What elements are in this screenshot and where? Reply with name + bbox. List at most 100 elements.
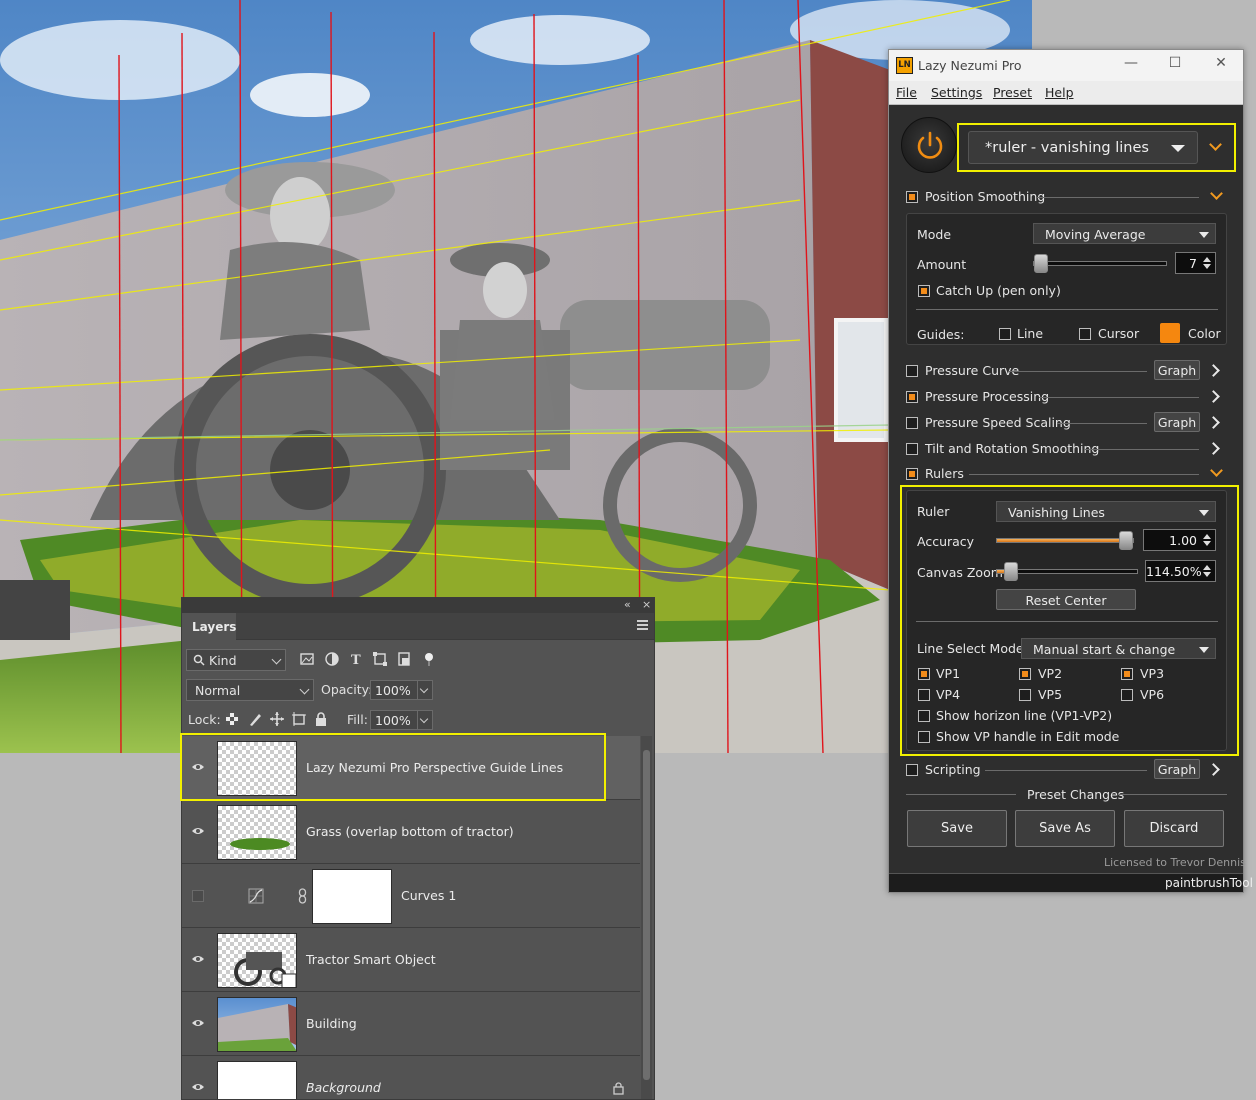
amount-slider-knob[interactable]	[1034, 254, 1048, 273]
close-panel-icon[interactable]: ×	[642, 598, 651, 611]
scripting-checkbox[interactable]	[906, 764, 918, 776]
tab-layers[interactable]: Layers	[182, 613, 236, 641]
layers-scrollbar[interactable]	[641, 736, 652, 1099]
filter-kind-select[interactable]: Kind	[186, 649, 286, 671]
expand-chevron-icon[interactable]	[1207, 364, 1220, 377]
lock-pixels-icon[interactable]	[247, 711, 263, 727]
spin-down-icon[interactable]	[1203, 541, 1211, 546]
accuracy-slider-knob[interactable]	[1119, 531, 1133, 550]
visibility-toggle[interactable]	[192, 890, 204, 902]
blend-mode-select[interactable]: Normal	[186, 679, 314, 701]
menu-preset[interactable]: Preset	[993, 85, 1032, 100]
expand-chevron-icon[interactable]	[1207, 390, 1220, 403]
shape-layer-filter-icon[interactable]	[372, 651, 388, 667]
pixel-layer-filter-icon[interactable]	[299, 651, 315, 667]
smart-object-filter-icon[interactable]	[396, 651, 412, 667]
pressure-speed-scaling-checkbox[interactable]	[906, 417, 918, 429]
preset-dropdown[interactable]: *ruler - vanishing lines	[968, 131, 1198, 164]
pressure-processing-checkbox[interactable]	[906, 391, 918, 403]
vp4-checkbox[interactable]	[918, 689, 930, 701]
eye-icon[interactable]	[191, 826, 205, 836]
guide-cursor-checkbox[interactable]	[1079, 328, 1091, 340]
guide-line-checkbox[interactable]	[999, 328, 1011, 340]
link-icon[interactable]	[298, 888, 307, 904]
panel-menu-icon[interactable]	[637, 620, 648, 630]
scrollbar-thumb[interactable]	[643, 750, 650, 1080]
eye-icon[interactable]	[191, 762, 205, 772]
layer-row[interactable]: Lazy Nezumi Pro Perspective Guide Lines	[182, 736, 640, 800]
fill-dropdown[interactable]	[417, 710, 433, 730]
guide-color-swatch[interactable]	[1160, 323, 1180, 343]
show-horizon-checkbox[interactable]	[918, 710, 930, 722]
scripting-graph-button[interactable]: Graph	[1154, 759, 1200, 779]
power-icon	[917, 131, 943, 159]
line-select-mode-dropdown[interactable]: Manual start & change	[1021, 638, 1216, 659]
menu-settings[interactable]: Settings	[931, 85, 982, 100]
type-layer-filter-icon[interactable]: T	[348, 651, 364, 667]
spin-up-icon[interactable]	[1203, 565, 1211, 570]
spin-up-icon[interactable]	[1203, 257, 1211, 262]
close-icon[interactable]: ✕	[1211, 55, 1231, 71]
layer-row[interactable]: Building	[182, 992, 640, 1056]
collapse-panel-icon[interactable]: «	[624, 598, 631, 611]
spin-down-icon[interactable]	[1203, 572, 1211, 577]
layer-row[interactable]: Grass (overlap bottom of tractor)	[182, 800, 640, 864]
expand-chevron-icon[interactable]	[1207, 763, 1220, 776]
menu-help[interactable]: Help	[1045, 85, 1074, 100]
eye-icon[interactable]	[191, 954, 205, 964]
mode-dropdown[interactable]: Moving Average	[1033, 223, 1216, 244]
adjustment-layer-filter-icon[interactable]	[324, 651, 340, 667]
reset-center-button[interactable]: Reset Center	[996, 589, 1136, 610]
catch-up-checkbox[interactable]	[918, 285, 930, 297]
maximize-icon[interactable]: ☐	[1165, 55, 1185, 71]
expand-chevron-icon[interactable]	[1207, 442, 1220, 455]
lock-all-icon[interactable]	[313, 711, 329, 727]
vp3-checkbox[interactable]	[1121, 668, 1133, 680]
canvas-zoom-slider[interactable]	[996, 562, 1138, 581]
opacity-field[interactable]: 100%	[370, 680, 418, 700]
ruler-dropdown[interactable]: Vanishing Lines	[996, 501, 1216, 522]
menu-file[interactable]: File	[896, 85, 917, 100]
minimize-icon[interactable]: —	[1121, 55, 1141, 71]
layer-row[interactable]: Curves 1	[182, 864, 640, 928]
eye-icon[interactable]	[191, 1018, 205, 1028]
canvas-zoom-slider-knob[interactable]	[1004, 562, 1018, 581]
save-as-button[interactable]: Save As	[1015, 810, 1115, 847]
rulers-checkbox[interactable]	[906, 468, 918, 480]
canvas-zoom-spinbox[interactable]: 114.50%	[1145, 560, 1216, 582]
expand-chevron-icon[interactable]	[1207, 416, 1220, 429]
pressure-curve-graph-button[interactable]: Graph	[1154, 360, 1200, 380]
vp6-checkbox[interactable]	[1121, 689, 1133, 701]
filter-toggle-icon[interactable]	[423, 651, 439, 667]
amount-slider[interactable]	[1033, 254, 1167, 273]
vp5-checkbox[interactable]	[1019, 689, 1031, 701]
section-collapse-chevron-icon[interactable]	[1210, 464, 1223, 477]
tilt-rotation-checkbox[interactable]	[906, 443, 918, 455]
show-vp-handle-checkbox[interactable]	[918, 731, 930, 743]
accuracy-slider[interactable]	[996, 531, 1134, 550]
layer-list: Lazy Nezumi Pro Perspective Guide Lines …	[182, 736, 640, 1099]
layer-row[interactable]: Tractor Smart Object	[182, 928, 640, 992]
opacity-dropdown[interactable]	[417, 680, 433, 700]
vp2-checkbox[interactable]	[1019, 668, 1031, 680]
save-button[interactable]: Save	[907, 810, 1007, 847]
accuracy-spinbox[interactable]: 1.00	[1143, 529, 1216, 551]
discard-button[interactable]: Discard	[1124, 810, 1224, 847]
amount-spinbox[interactable]: 7	[1175, 252, 1216, 274]
position-smoothing-checkbox[interactable]	[906, 191, 918, 203]
power-button[interactable]	[901, 117, 957, 173]
spin-down-icon[interactable]	[1203, 264, 1211, 269]
layer-row[interactable]: Background	[182, 1056, 640, 1099]
dropdown-arrow-icon	[1199, 232, 1209, 238]
preset-expand-chevron-icon[interactable]	[1209, 138, 1222, 151]
pressure-speed-graph-button[interactable]: Graph	[1154, 412, 1200, 432]
eye-icon[interactable]	[191, 1082, 205, 1092]
vp1-checkbox[interactable]	[918, 668, 930, 680]
lock-transparency-icon[interactable]	[224, 711, 240, 727]
pressure-curve-checkbox[interactable]	[906, 365, 918, 377]
lock-artboard-icon[interactable]	[291, 711, 307, 727]
fill-field[interactable]: 100%	[370, 710, 418, 730]
lock-position-icon[interactable]	[269, 711, 285, 727]
spin-up-icon[interactable]	[1203, 534, 1211, 539]
section-collapse-chevron-icon[interactable]	[1210, 187, 1223, 200]
